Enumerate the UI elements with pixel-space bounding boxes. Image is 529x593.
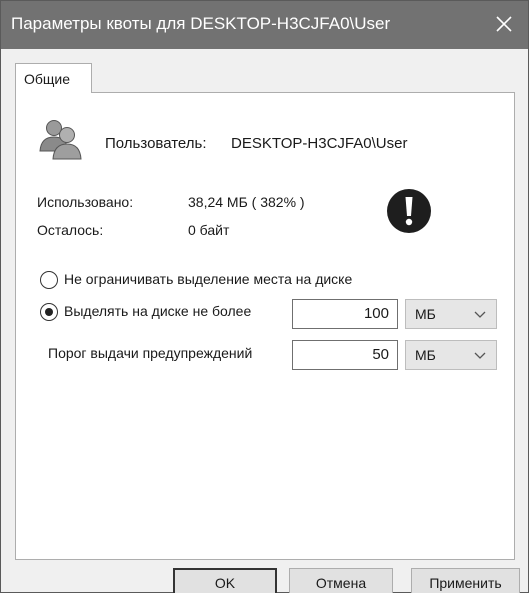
window-title: Параметры квоты для DESKTOP-H3CJFA0\User: [11, 14, 391, 33]
used-label: Использовано:: [37, 194, 134, 210]
no-limit-radio[interactable]: [40, 271, 58, 289]
cancel-button[interactable]: Отмена: [289, 568, 393, 593]
used-value: 38,24 МБ ( 382% ): [188, 194, 305, 210]
user-label: Пользователь:: [105, 135, 207, 152]
ok-button[interactable]: OK: [173, 568, 277, 593]
apply-button[interactable]: Применить: [411, 568, 520, 593]
warning-value-input[interactable]: 50: [292, 340, 398, 370]
tab-general[interactable]: Общие: [15, 63, 92, 93]
chevron-down-icon: [474, 352, 486, 359]
exclamation-warning-icon: [387, 189, 431, 233]
limit-radio[interactable]: [40, 303, 58, 321]
warning-unit-select[interactable]: МБ: [405, 340, 497, 370]
remaining-value: 0 байт: [188, 222, 230, 238]
limit-label[interactable]: Выделять на диске не более: [64, 303, 251, 319]
no-limit-label[interactable]: Не ограничивать выделение места на диске: [64, 271, 352, 287]
warning-threshold-label: Порог выдачи предупреждений: [48, 345, 253, 361]
chevron-down-icon: [474, 311, 486, 318]
tab-general-label: Общие: [24, 71, 71, 87]
users-icon: [39, 120, 82, 160]
title-bar[interactable]: Параметры квоты для DESKTOP-H3CJFA0\User: [1, 1, 528, 49]
limit-value-input[interactable]: 100: [292, 299, 398, 329]
quota-settings-dialog: Параметры квоты для DESKTOP-H3CJFA0\User…: [0, 0, 529, 593]
user-name: DESKTOP-H3CJFA0\User: [231, 135, 408, 152]
limit-unit-select[interactable]: МБ: [405, 299, 497, 329]
remaining-label: Осталось:: [37, 222, 104, 238]
close-icon[interactable]: [490, 10, 518, 38]
warning-unit-value: МБ: [415, 347, 436, 363]
limit-unit-value: МБ: [415, 306, 436, 322]
